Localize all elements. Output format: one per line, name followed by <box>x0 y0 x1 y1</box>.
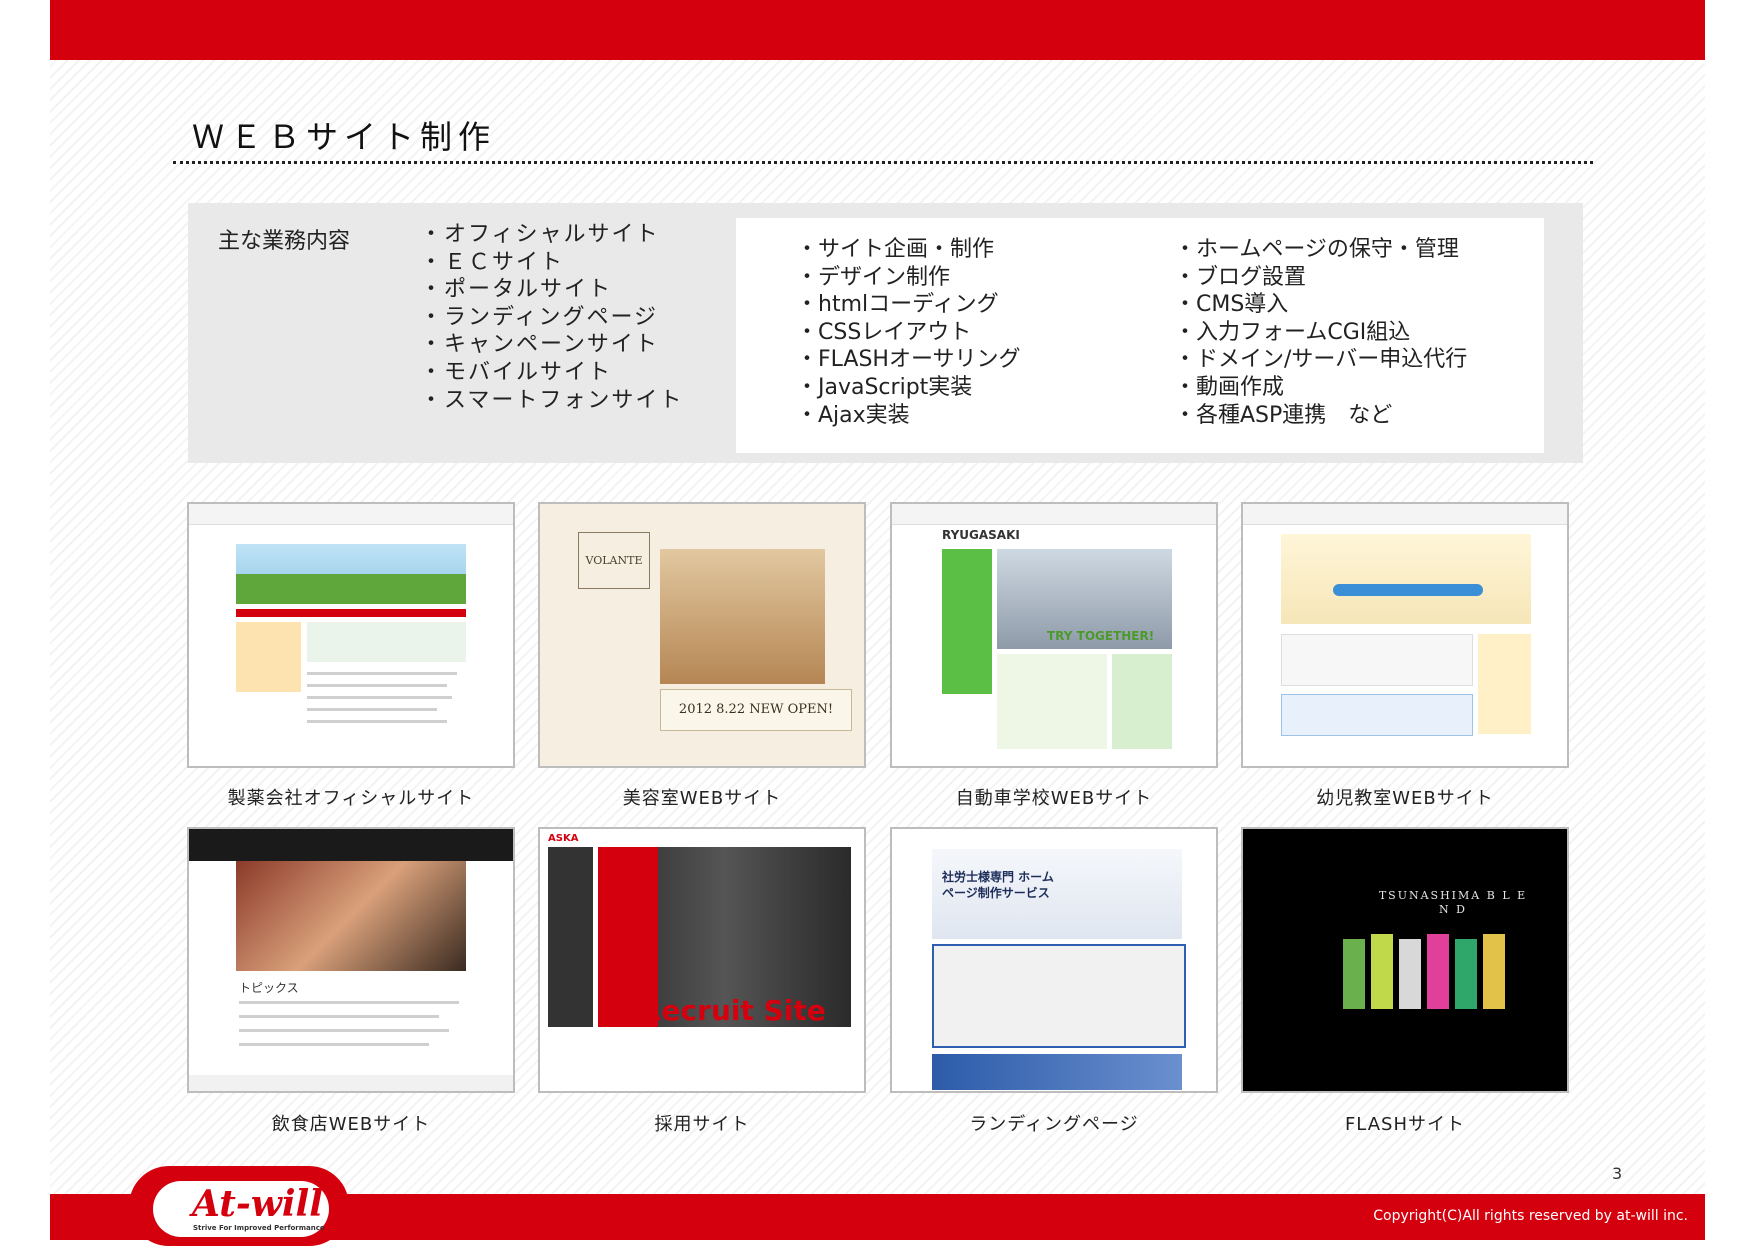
hero-banner <box>1281 534 1531 624</box>
text-line <box>307 672 457 675</box>
production-list: ・サイト企画・制作 ・デザイン制作 ・htmlコーディング ・CSSレイアウト … <box>796 236 1021 429</box>
driving-school-screenshot: RYUGASAKI TRY TOGETHER! <box>890 502 1218 768</box>
caption-salon: 美容室WEBサイト <box>622 788 782 809</box>
list-item: ・キャンペーンサイト <box>420 332 659 358</box>
class-boxes <box>1281 694 1473 736</box>
top-banner <box>50 0 1705 60</box>
copyright-text: Copyright(C)All rights reserved by at-wi… <box>1373 1208 1688 1224</box>
list-item: ・デザイン制作 <box>796 264 951 290</box>
text-line <box>307 696 452 699</box>
list-item: ・入力フォームCGI組込 <box>1174 319 1411 345</box>
topics-heading: トピックス <box>239 981 299 995</box>
screenshot-header <box>892 504 1216 525</box>
dark-header <box>189 829 513 861</box>
recruit-logo: ASKA <box>548 833 579 844</box>
text-line <box>239 1043 429 1046</box>
list-item: ・各種ASP連携 など <box>1174 402 1393 428</box>
school-logo: RYUGASAKI <box>942 528 1020 542</box>
list-item: ・CSSレイアウト <box>796 319 972 345</box>
list-item: ・ホームページの保守・管理 <box>1174 237 1459 262</box>
hero-field <box>236 574 466 604</box>
slide: ＷＥＢサイト制作 主な業務内容 ・オフィシャルサイト ・ＥＣサイト ・ポータルサ… <box>50 0 1705 1246</box>
list-item: ・FLASHオーサリング <box>796 347 1021 373</box>
page-number: 3 <box>1612 1164 1623 1183</box>
list-item: ・動画作成 <box>1174 374 1285 400</box>
news-list <box>1281 634 1473 686</box>
side-banners <box>236 622 301 692</box>
screenshot-header <box>189 504 513 525</box>
sushi-photo <box>236 861 466 971</box>
list-item: ・サイト企画・制作 <box>796 237 995 262</box>
footer-strip <box>189 1075 513 1091</box>
flash-site-screenshot: TSUNASHIMA B L E N D <box>1241 827 1569 1093</box>
hero-caption <box>1333 584 1483 596</box>
services-detail-box: ・サイト企画・制作 ・デザイン制作 ・htmlコーディング ・CSSレイアウト … <box>736 218 1544 453</box>
tea-can <box>1455 939 1477 1009</box>
list-item: ・Ajax実装 <box>796 402 910 428</box>
brand-title: TSUNASHIMA B L E N D <box>1378 889 1528 916</box>
nav-strip <box>236 609 466 617</box>
maintenance-list: ・ホームページの保守・管理 ・ブログ設置 ・CMS導入 ・入力フォームCGI組込… <box>1174 236 1467 429</box>
caption-preschool: 幼児教室WEBサイト <box>1316 788 1494 809</box>
side-banners <box>1478 634 1531 734</box>
recruit-site-screenshot: ASKA Recruit Site <box>538 827 866 1093</box>
landing-page-screenshot: 社労士様専門 ホームページ制作サービス <box>890 827 1218 1093</box>
salon-site-screenshot: VOLANTE 2012 8.22 NEW OPEN! <box>538 502 866 768</box>
right-menu <box>1112 654 1172 749</box>
caption-landing: ランディングページ <box>969 1114 1139 1135</box>
tea-can <box>1483 934 1505 1009</box>
text-line <box>239 1001 459 1004</box>
services-panel: 主な業務内容 ・オフィシャルサイト ・ＥＣサイト ・ポータルサイト ・ランディン… <box>188 203 1583 463</box>
restaurant-site-screenshot: トピックス <box>187 827 515 1093</box>
side-menu <box>942 549 992 694</box>
screenshot-header <box>1243 504 1567 525</box>
interior-photo <box>660 549 825 684</box>
cta-banner <box>932 1054 1182 1090</box>
list-item: ・ＥＣサイト <box>420 249 565 275</box>
list-item: ・ランディングページ <box>420 304 659 330</box>
list-item: ・スマートフォンサイト <box>420 387 684 413</box>
caption-flash: FLASHサイト <box>1344 1114 1466 1135</box>
tea-can <box>1343 939 1365 1009</box>
tea-can <box>1427 934 1449 1009</box>
recruit-title: Recruit Site <box>640 994 826 1027</box>
list-item: ・モバイルサイト <box>420 359 613 385</box>
opening-banner: 2012 8.22 NEW OPEN! <box>660 689 852 731</box>
side-menu <box>548 847 593 1027</box>
tea-can <box>1399 939 1421 1009</box>
hero-headline: 社労士様専門 ホームページ制作サービス <box>942 870 1054 900</box>
list-item: ・JavaScript実装 <box>796 374 973 400</box>
company-tagline: Strive For Improved Performance <box>193 1224 325 1232</box>
content-area <box>997 654 1107 749</box>
text-line <box>307 684 447 687</box>
site-types-list: ・オフィシャルサイト ・ＥＣサイト ・ポータルサイト ・ランディングページ ・キ… <box>420 221 683 414</box>
list-item: ・ポータルサイト <box>420 277 613 303</box>
pharma-site-screenshot <box>187 502 515 768</box>
caption-pharma: 製薬会社オフィシャルサイト <box>227 788 475 809</box>
banner-row <box>307 622 466 662</box>
hero-slogan: TRY TOGETHER! <box>1047 629 1155 643</box>
list-item: ・CMS導入 <box>1174 292 1289 318</box>
company-logo: At-will <box>192 1183 323 1225</box>
services-label: 主な業務内容 <box>218 229 351 254</box>
preschool-site-screenshot <box>1241 502 1569 768</box>
salon-logo: VOLANTE <box>578 532 650 589</box>
list-item: ・htmlコーディング <box>796 292 999 318</box>
caption-driving-school: 自動車学校WEBサイト <box>955 788 1153 809</box>
list-item: ・ドメイン/サーバー申込代行 <box>1174 347 1468 373</box>
text-line <box>307 708 437 711</box>
design-samples <box>932 944 1186 1048</box>
text-line <box>239 1015 439 1018</box>
text-line <box>239 1029 449 1032</box>
text-line <box>307 720 447 723</box>
list-item: ・オフィシャルサイト <box>420 222 660 247</box>
title-divider <box>173 161 1593 164</box>
list-item: ・ブログ設置 <box>1174 264 1307 290</box>
caption-restaurant: 飲食店WEBサイト <box>271 1114 431 1135</box>
page-title: ＷＥＢサイト制作 <box>192 118 497 156</box>
caption-recruit: 採用サイト <box>654 1114 750 1135</box>
tea-can <box>1371 934 1393 1009</box>
